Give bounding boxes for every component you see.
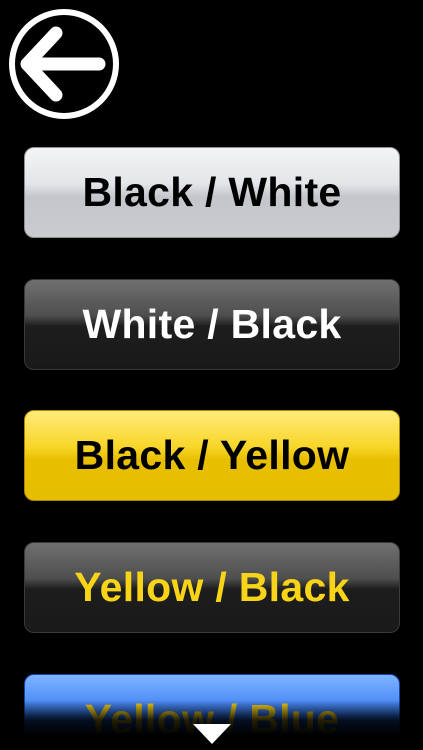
back-button[interactable] — [9, 9, 119, 119]
chevron-down-icon — [193, 724, 231, 744]
black-white-button[interactable]: Black / White — [24, 147, 400, 238]
white-black-button[interactable]: White / Black — [24, 279, 400, 370]
scroll-down-indicator[interactable] — [193, 724, 231, 744]
black-white-label: Black / White — [82, 169, 342, 215]
white-black-label: White / Black — [82, 301, 342, 347]
black-yellow-button[interactable]: Black / Yellow — [24, 410, 400, 501]
arrow-left-icon — [20, 26, 106, 102]
color-scheme-screen: Black / White White / Black Black / Yell… — [0, 0, 423, 750]
yellow-black-button[interactable]: Yellow / Black — [24, 542, 400, 633]
black-yellow-label: Black / Yellow — [74, 432, 350, 478]
yellow-black-label: Yellow / Black — [74, 564, 350, 610]
